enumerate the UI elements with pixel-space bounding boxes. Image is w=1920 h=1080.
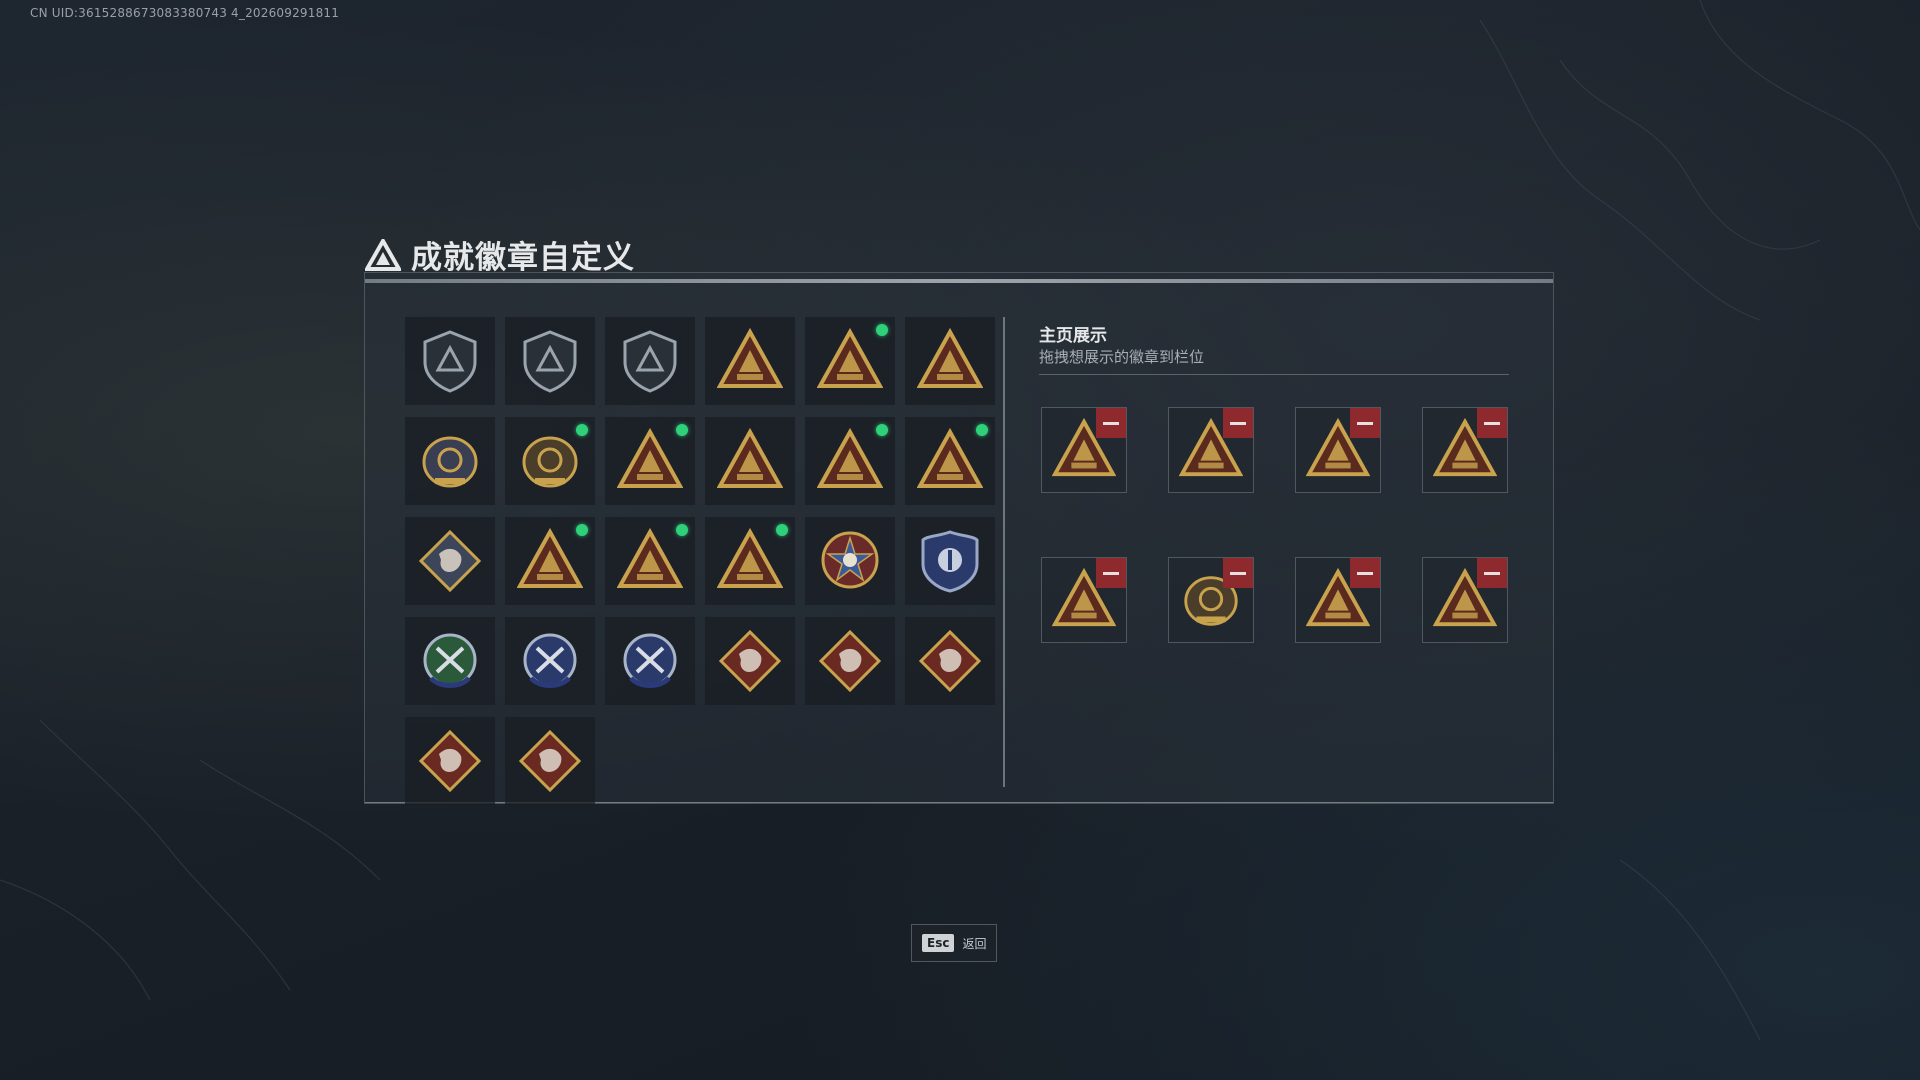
triangle-logo-icon — [365, 238, 401, 271]
skull-star-medal-icon — [821, 531, 879, 589]
badge-cell[interactable] — [805, 417, 895, 505]
badge-cell[interactable] — [605, 517, 695, 605]
badge-cell[interactable] — [705, 617, 795, 705]
jet-shield-icon — [623, 330, 677, 393]
remove-badge-button[interactable] — [1350, 558, 1380, 588]
section-divider — [1003, 317, 1005, 787]
new-indicator-dot — [676, 524, 688, 536]
new-indicator-dot — [776, 524, 788, 536]
showcase-slot[interactable] — [1041, 407, 1127, 493]
remove-badge-button[interactable] — [1096, 558, 1126, 588]
badge-cell[interactable] — [805, 317, 895, 405]
showcase-slots — [1041, 407, 1508, 643]
page-title-text: 成就徽章自定义 — [411, 240, 635, 276]
minus-icon — [1103, 571, 1119, 575]
minus-icon — [1230, 571, 1246, 575]
badge-cell[interactable] — [605, 417, 695, 505]
esc-key-hint: Esc — [922, 934, 955, 952]
badge-cell[interactable] — [405, 617, 495, 705]
badge-cell[interactable] — [905, 517, 995, 605]
remove-badge-button[interactable] — [1477, 558, 1507, 588]
tank-badge-icon — [817, 328, 883, 388]
badge-cell[interactable] — [705, 417, 795, 505]
badge-cell[interactable] — [705, 317, 795, 405]
badge-cell[interactable] — [505, 517, 595, 605]
badge-cell[interactable] — [805, 617, 895, 705]
blue-police-badge-icon — [921, 530, 979, 593]
new-indicator-dot — [576, 524, 588, 536]
showcase-subtitle: 拖拽想展示的徽章到栏位 — [1039, 348, 1205, 366]
showcase-slot[interactable] — [1041, 557, 1127, 643]
page-title: 成就徽章自定义 — [365, 232, 635, 277]
shield-triangle-icon — [423, 330, 477, 393]
badge-cell[interactable] — [405, 517, 495, 605]
blue-cycle-crest-icon — [623, 633, 677, 688]
soldiers-badge-icon — [717, 428, 783, 488]
badge-cell[interactable] — [405, 317, 495, 405]
new-indicator-dot — [976, 424, 988, 436]
badge-customization-panel: 主页展示 拖拽想展示的徽章到栏位 — [364, 272, 1554, 805]
showcase-slot[interactable] — [1422, 557, 1508, 643]
runner-badge-icon — [517, 528, 583, 588]
badge-cell[interactable] — [505, 717, 595, 805]
badge-cell[interactable] — [605, 317, 695, 405]
showcase-title: 主页展示 — [1039, 326, 1107, 346]
showcase-slot[interactable] — [1295, 407, 1381, 493]
player-uid: CN UID:3615288673083380743 4_20260929181… — [30, 6, 340, 20]
badge-cell[interactable] — [905, 617, 995, 705]
badge-cell[interactable] — [405, 417, 495, 505]
badge-cell[interactable] — [905, 317, 995, 405]
remove-badge-button[interactable] — [1350, 408, 1380, 438]
badge-collection-grid — [405, 317, 995, 805]
soldier-group-badge-icon — [817, 428, 883, 488]
panel-top-bar — [365, 279, 1553, 283]
showcase-slot[interactable] — [1168, 407, 1254, 493]
minus-icon — [1357, 421, 1373, 425]
remove-badge-button[interactable] — [1223, 558, 1253, 588]
badge-cell[interactable] — [605, 617, 695, 705]
new-indicator-dot — [576, 424, 588, 436]
showcase-slot[interactable] — [1168, 557, 1254, 643]
back-button[interactable]: Esc 返回 — [911, 924, 998, 962]
dragon-crest-icon — [422, 436, 478, 488]
number-two-badge-icon — [917, 328, 983, 388]
badge-cell[interactable] — [405, 717, 495, 805]
cube-diamond-icon — [418, 529, 482, 593]
new-indicator-dot — [876, 324, 888, 336]
badge-cell[interactable] — [505, 617, 595, 705]
remove-badge-button[interactable] — [1223, 408, 1253, 438]
minus-icon — [1230, 421, 1246, 425]
minus-icon — [1357, 571, 1373, 575]
badge-cell[interactable] — [705, 517, 795, 605]
rocket-badge-icon — [917, 428, 983, 488]
showcase-divider — [1039, 374, 1509, 375]
badge-cell[interactable] — [905, 417, 995, 505]
showcase-slot[interactable] — [1295, 557, 1381, 643]
remove-badge-button[interactable] — [1096, 408, 1126, 438]
crate-badge-icon — [617, 428, 683, 488]
wolf-diamond-icon — [718, 629, 782, 693]
new-indicator-dot — [676, 424, 688, 436]
medic-badge-icon — [617, 528, 683, 588]
new-indicator-dot — [876, 424, 888, 436]
blue-sword-crest-icon — [523, 633, 577, 688]
remove-badge-button[interactable] — [1477, 408, 1507, 438]
dragon-diamond-icon — [418, 729, 482, 793]
green-shield-crest-icon — [423, 633, 477, 688]
minus-icon — [1484, 571, 1500, 575]
skull-hat-badge-icon — [717, 328, 783, 388]
minus-icon — [1103, 421, 1119, 425]
back-label: 返回 — [962, 936, 987, 951]
eagle-diamond-icon — [918, 629, 982, 693]
wolf-howl-diamond-icon — [818, 629, 882, 693]
gas-mask-badge-icon — [717, 528, 783, 588]
showcase-slot[interactable] — [1422, 407, 1508, 493]
minus-icon — [1484, 421, 1500, 425]
beast-diamond-icon — [518, 729, 582, 793]
badge-cell[interactable] — [805, 517, 895, 605]
badge-cell[interactable] — [505, 317, 595, 405]
helicopter-shield-icon — [523, 330, 577, 393]
emblem-2020-icon — [522, 436, 578, 488]
badge-cell[interactable] — [505, 417, 595, 505]
